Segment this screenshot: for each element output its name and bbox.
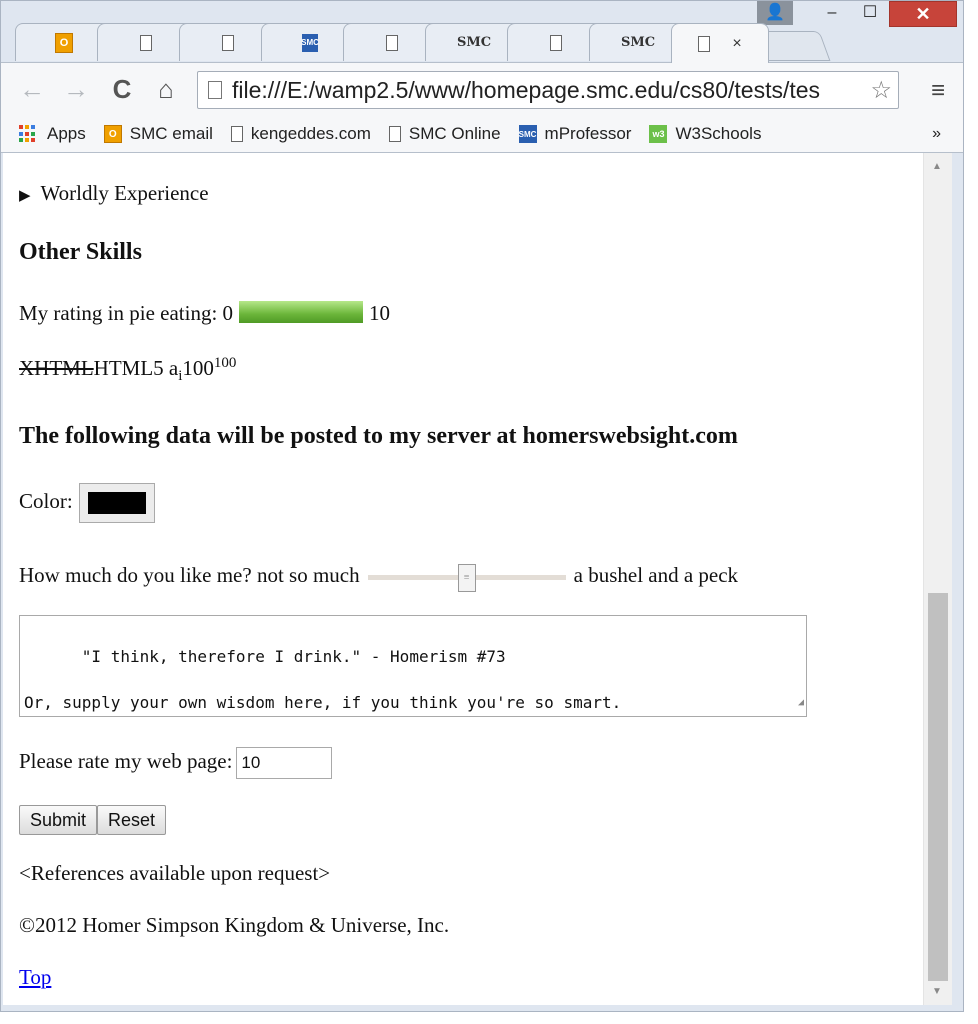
- url-text[interactable]: file:///E:/wamp2.5/www/homepage.smc.edu/…: [232, 77, 864, 104]
- like-slider-row: How much do you like me? not so much ≡ a b…: [19, 563, 739, 593]
- apps-grid-icon: [19, 125, 37, 143]
- other-skills-heading: Other Skills: [19, 239, 142, 265]
- scroll-up-arrow-icon[interactable]: ▲: [932, 161, 942, 172]
- bookmark-apps[interactable]: Apps: [19, 124, 86, 144]
- color-row: Color:: [19, 483, 155, 523]
- tab-strip: O SMC SMC SMC ×: [15, 23, 963, 63]
- slider-label-high: a bushel and a peck: [573, 563, 739, 587]
- smc-icon: SMC: [518, 125, 537, 143]
- bookmark-smc-online[interactable]: SMC Online: [388, 124, 501, 144]
- post-data-heading: The following data will be posted to my …: [19, 423, 738, 449]
- form-buttons: Submit Reset: [19, 805, 167, 835]
- resize-grip-icon[interactable]: ◢: [798, 691, 804, 714]
- w3schools-icon: w3: [649, 125, 668, 143]
- pie-eating-meter: [239, 301, 364, 323]
- html5-text: HTML5 a: [93, 356, 179, 380]
- page-content: ▶ Worldly Experience Other Skills My rati…: [3, 153, 923, 1005]
- bookmark-label: Apps: [47, 124, 86, 143]
- reset-button[interactable]: Reset: [97, 805, 167, 835]
- hundred-text: 100: [182, 356, 214, 380]
- color-label: Color:: [19, 488, 73, 513]
- markup-text-row: XHTMLHTML5 ai100100: [19, 355, 236, 385]
- pie-rating-max: 10: [369, 301, 391, 325]
- tab-active[interactable]: ×: [671, 23, 769, 63]
- smc-text-icon: SMC: [456, 35, 492, 50]
- document-icon: [386, 34, 398, 51]
- document-icon: [230, 126, 243, 142]
- forward-arrow-icon[interactable]: →: [59, 75, 93, 103]
- slider-label-low: How much do you like me? not so much: [19, 563, 360, 587]
- document-icon: [140, 34, 152, 51]
- color-picker-input[interactable]: [78, 483, 155, 523]
- office-icon: O: [55, 32, 73, 53]
- profile-icon[interactable]: 👤: [757, 1, 793, 25]
- document-icon: [550, 34, 562, 51]
- office-icon: O: [103, 125, 122, 143]
- rate-label: Please rate my web page:: [19, 748, 233, 773]
- document-icon: [388, 126, 401, 142]
- bookmark-label: W3Schools: [675, 124, 762, 143]
- home-icon[interactable]: ⌂: [149, 75, 183, 103]
- more-bookmarks-icon[interactable]: »: [932, 125, 941, 143]
- bookmark-mprofessor[interactable]: SMC mProfessor: [518, 124, 632, 144]
- bookmarks-bar: Apps O SMC email kengeddes.com SMC Onlin…: [1, 116, 963, 153]
- details-worldly-experience[interactable]: ▶ Worldly Experience: [19, 181, 209, 206]
- top-link[interactable]: Top: [19, 965, 51, 990]
- address-bar[interactable]: file:///E:/wamp2.5/www/homepage.smc.edu/…: [197, 71, 899, 109]
- rate-number-input[interactable]: 10: [236, 747, 333, 779]
- bookmark-label: mProfessor: [544, 124, 632, 143]
- smc-text-icon: SMC: [620, 35, 656, 50]
- submit-button[interactable]: Submit: [19, 805, 98, 835]
- superscript-100: 100: [213, 355, 237, 371]
- struck-xhtml: XHTML: [19, 356, 94, 380]
- page-icon: [208, 81, 222, 99]
- bookmark-label: SMC Online: [408, 124, 501, 143]
- reload-icon[interactable]: C: [105, 75, 139, 103]
- bookmark-w3schools[interactable]: w3 W3Schools: [649, 124, 761, 144]
- bookmark-star-icon[interactable]: ☆: [870, 76, 892, 105]
- references-text: <References available upon request>: [19, 861, 331, 885]
- scroll-down-arrow-icon[interactable]: ▼: [932, 986, 942, 997]
- slider-thumb[interactable]: ≡: [457, 564, 476, 593]
- color-swatch: [87, 492, 146, 514]
- copyright-text: ©2012 Homer Simpson Kingdom & Universe, …: [19, 913, 450, 937]
- details-summary: Worldly Experience: [40, 181, 209, 205]
- smc-icon: SMC: [301, 33, 319, 52]
- navigation-toolbar: ← → C ⌂ file:///E:/wamp2.5/www/homepage.…: [1, 62, 963, 117]
- wisdom-textarea[interactable]: "I think, therefore I drink." - Homerism…: [19, 615, 807, 717]
- textarea-text: "I think, therefore I drink." - Homerism…: [24, 647, 622, 712]
- disclosure-triangle-icon: ▶: [19, 188, 31, 204]
- menu-icon[interactable]: ≡: [931, 77, 945, 105]
- pie-rating-label: My rating in pie eating: 0: [19, 301, 234, 325]
- bookmark-label: SMC email: [129, 124, 213, 143]
- document-icon: [222, 34, 234, 51]
- document-icon: [698, 35, 711, 52]
- vertical-scrollbar[interactable]: ▲ ▼: [923, 153, 952, 1005]
- like-range-slider[interactable]: ≡: [367, 564, 566, 593]
- back-arrow-icon[interactable]: ←: [15, 75, 49, 103]
- bookmark-label: kengeddes.com: [250, 124, 371, 143]
- meter-fill: [239, 301, 364, 323]
- pie-eating-row: My rating in pie eating: 0 10: [19, 301, 390, 326]
- rate-page-row: Please rate my web page: 10: [19, 747, 333, 779]
- bookmark-smc-email[interactable]: O SMC email: [103, 124, 213, 144]
- scrollbar-thumb[interactable]: [928, 593, 948, 981]
- close-tab-icon[interactable]: ×: [732, 35, 741, 53]
- bookmark-kengeddes[interactable]: kengeddes.com: [230, 124, 371, 144]
- browser-window: 👤 – ☐ ✕ O SMC SMC SMC × ← → C ⌂ file:///…: [0, 0, 964, 1012]
